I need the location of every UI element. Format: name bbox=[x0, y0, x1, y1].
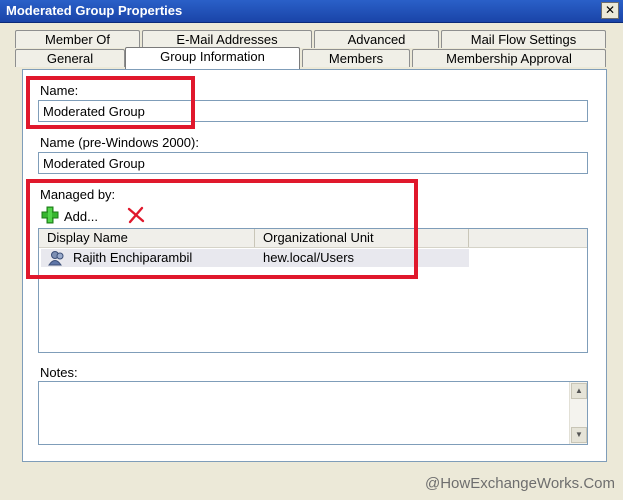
tab-members[interactable]: Members bbox=[302, 49, 410, 67]
tab-group-information[interactable]: Group Information bbox=[125, 47, 300, 69]
close-button[interactable]: ✕ bbox=[601, 2, 619, 19]
prewin-name-label: Name (pre-Windows 2000): bbox=[40, 135, 199, 150]
notes-scrollbar[interactable]: ▲ ▼ bbox=[569, 382, 587, 444]
notes-field[interactable]: ▲ ▼ bbox=[38, 381, 588, 445]
tab-advanced[interactable]: Advanced bbox=[314, 30, 439, 48]
scroll-up-icon[interactable]: ▲ bbox=[571, 383, 587, 399]
highlight-box-managed-by bbox=[26, 179, 418, 279]
title-bar: Moderated Group Properties ✕ bbox=[0, 0, 623, 23]
tab-general[interactable]: General bbox=[15, 49, 125, 67]
tab-mail-flow-settings[interactable]: Mail Flow Settings bbox=[441, 30, 606, 48]
prewin-name-field[interactable]: Moderated Group bbox=[38, 152, 588, 174]
highlight-box-name bbox=[26, 76, 195, 129]
tab-email-addresses[interactable]: E-Mail Addresses bbox=[142, 30, 312, 48]
tab-member-of[interactable]: Member Of bbox=[15, 30, 140, 48]
window-title: Moderated Group Properties bbox=[6, 3, 183, 18]
tab-membership-approval[interactable]: Membership Approval bbox=[412, 49, 606, 67]
watermark: @HowExchangeWorks.Com bbox=[424, 475, 615, 492]
scroll-down-icon[interactable]: ▼ bbox=[571, 427, 587, 443]
notes-label: Notes: bbox=[40, 365, 78, 380]
